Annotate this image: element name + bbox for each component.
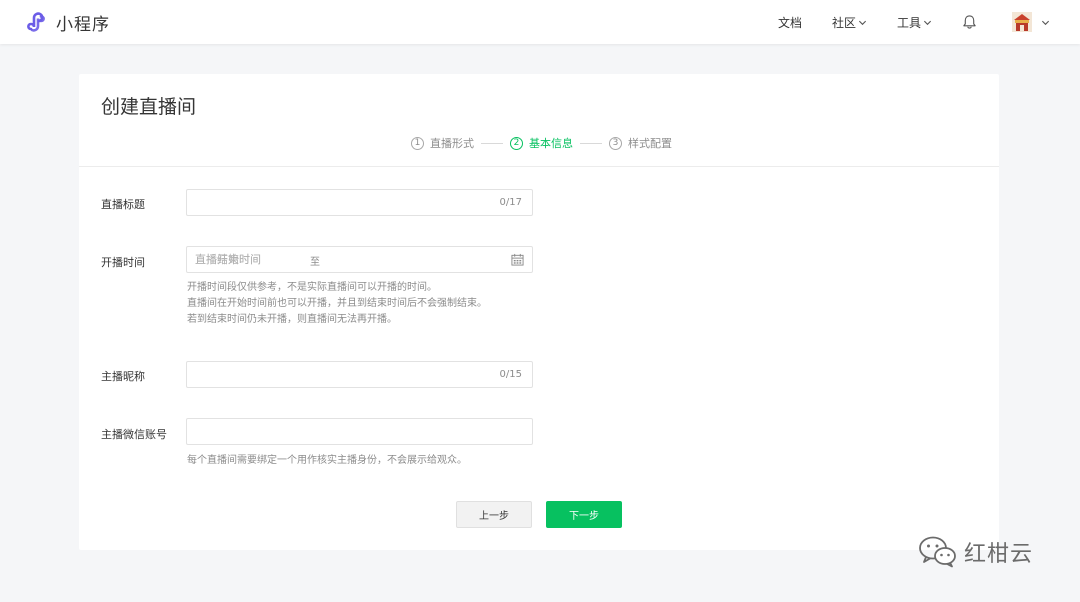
char-counter: 0/15 [499,369,522,380]
broadcast-time-hint: 开播时间段仅供参考，不是实际直播间可以开播的时间。 直播间在开始时间前也可以开播… [187,280,487,328]
nav-docs-label: 文档 [778,16,803,30]
mini-program-logo-icon [27,12,45,32]
nav-community-label: 社区 [832,16,857,30]
anchor-wechat-field [186,418,533,445]
live-title-label: 直播标题 [101,198,145,211]
anchor-wechat-input[interactable] [187,419,532,444]
broadcast-time-range-picker[interactable]: 至 [186,246,533,273]
brand[interactable]: 小程序 [26,10,110,35]
step-style-config: 3 样式配置 [609,135,672,151]
wechat-icon [919,536,956,568]
previous-step-button[interactable]: 上一步 [456,501,532,528]
step-number: 3 [609,136,622,150]
anchor-wechat-label: 主播微信账号 [101,428,167,441]
step-connector [580,142,602,144]
nav-tools-label: 工具 [897,16,922,30]
step-label: 基本信息 [529,137,573,150]
end-time-input[interactable] [187,247,532,272]
step-number: 2 [510,136,523,150]
chevron-down-icon[interactable] [1041,18,1050,27]
hint-line: 若到结束时间仍未开播，则直播间无法再开播。 [187,314,397,325]
bell-icon[interactable] [962,14,977,30]
nav-docs[interactable]: 文档 [778,14,802,31]
watermark: 红柑云 [918,535,1033,569]
step-live-format: 1 直播形式 [411,135,474,151]
watermark-text: 红柑云 [964,542,1034,567]
next-step-button[interactable]: 下一步 [546,501,622,528]
step-label: 直播形式 [430,137,474,150]
chevron-down-icon [923,20,932,26]
step-connector [481,142,503,144]
anchor-wechat-hint: 每个直播间需要绑定一个用作核实主播身份，不会展示给观众。 [187,455,467,466]
create-live-room-card: 创建直播间 1 直播形式 2 基本信息 3 样式配置 直播标题 0/17 开播时… [79,74,999,550]
nav-tools[interactable]: 工具 [897,14,932,31]
top-bar: 小程序 文档 社区 工具 [0,0,1080,44]
page-title: 创建直播间 [101,96,197,118]
anchor-nickname-field: 0/15 [186,361,533,388]
calendar-icon[interactable] [511,253,524,266]
broadcast-time-label: 开播时间 [101,256,145,269]
step-number: 1 [411,136,424,150]
step-indicator: 1 直播形式 2 基本信息 3 样式配置 [411,135,672,151]
chevron-down-icon [858,20,867,26]
header-divider [79,166,999,167]
anchor-nickname-input[interactable] [187,362,532,387]
avatar[interactable] [1012,12,1032,32]
brand-name: 小程序 [56,14,110,35]
anchor-nickname-label: 主播昵称 [101,370,145,383]
char-counter: 0/17 [499,197,522,208]
live-title-input[interactable] [187,190,532,215]
live-title-field: 0/17 [186,189,533,216]
nav-community[interactable]: 社区 [832,14,867,31]
step-label: 样式配置 [628,137,672,150]
hint-line: 直播间在开始时间前也可以开播，并且到结束时间后不会强制结束。 [187,298,487,309]
hint-line: 开播时间段仅供参考，不是实际直播间可以开播的时间。 [187,282,437,293]
step-basic-info: 2 基本信息 [510,135,573,151]
